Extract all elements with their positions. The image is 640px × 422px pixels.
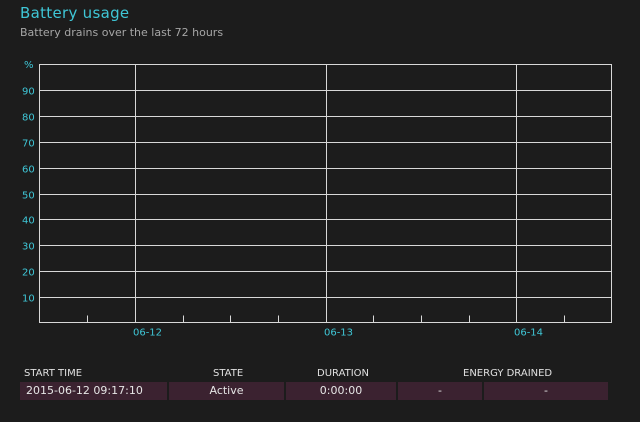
col-energy-drained: ENERGY DRAINED [463,368,553,379]
cell-energy-mwh: - [484,382,608,400]
x-tick-label: 06-14 [514,328,543,339]
y-tick-label: 40 [22,216,35,227]
table-header: START TIME STATE DURATION ENERGY DRAINED [20,367,608,381]
y-tick-label: 60 [22,165,35,176]
y-tick-label: 20 [22,268,35,279]
y-tick-label: 70 [22,139,35,150]
table-row: 2015-06-12 09:17:10 Active 0:00:00 - - [20,382,608,400]
y-axis-unit-label: % [24,60,34,71]
battery-usage-chart: % 10 20 30 40 50 60 70 80 90 06-12 06-13 06-14 [22,60,612,339]
y-tick-label: 90 [22,87,35,98]
col-start-time: START TIME [24,368,83,379]
cell-duration: 0:00:00 [286,382,396,400]
col-duration: DURATION [317,368,370,379]
plot-frame [39,64,612,323]
x-tick-label: 06-13 [324,328,353,339]
y-tick-label: 10 [22,294,35,305]
col-state: STATE [213,368,244,379]
y-tick-label: 30 [22,242,35,253]
cell-start-time: 2015-06-12 09:17:10 [20,382,167,400]
y-tick-label: 50 [22,191,35,202]
y-tick-label: 80 [22,113,35,124]
cell-state: Active [169,382,284,400]
battery-drain-table: START TIME STATE DURATION ENERGY DRAINED… [20,367,608,400]
cell-energy-percent: - [398,382,482,400]
x-tick-label: 06-12 [133,328,162,339]
